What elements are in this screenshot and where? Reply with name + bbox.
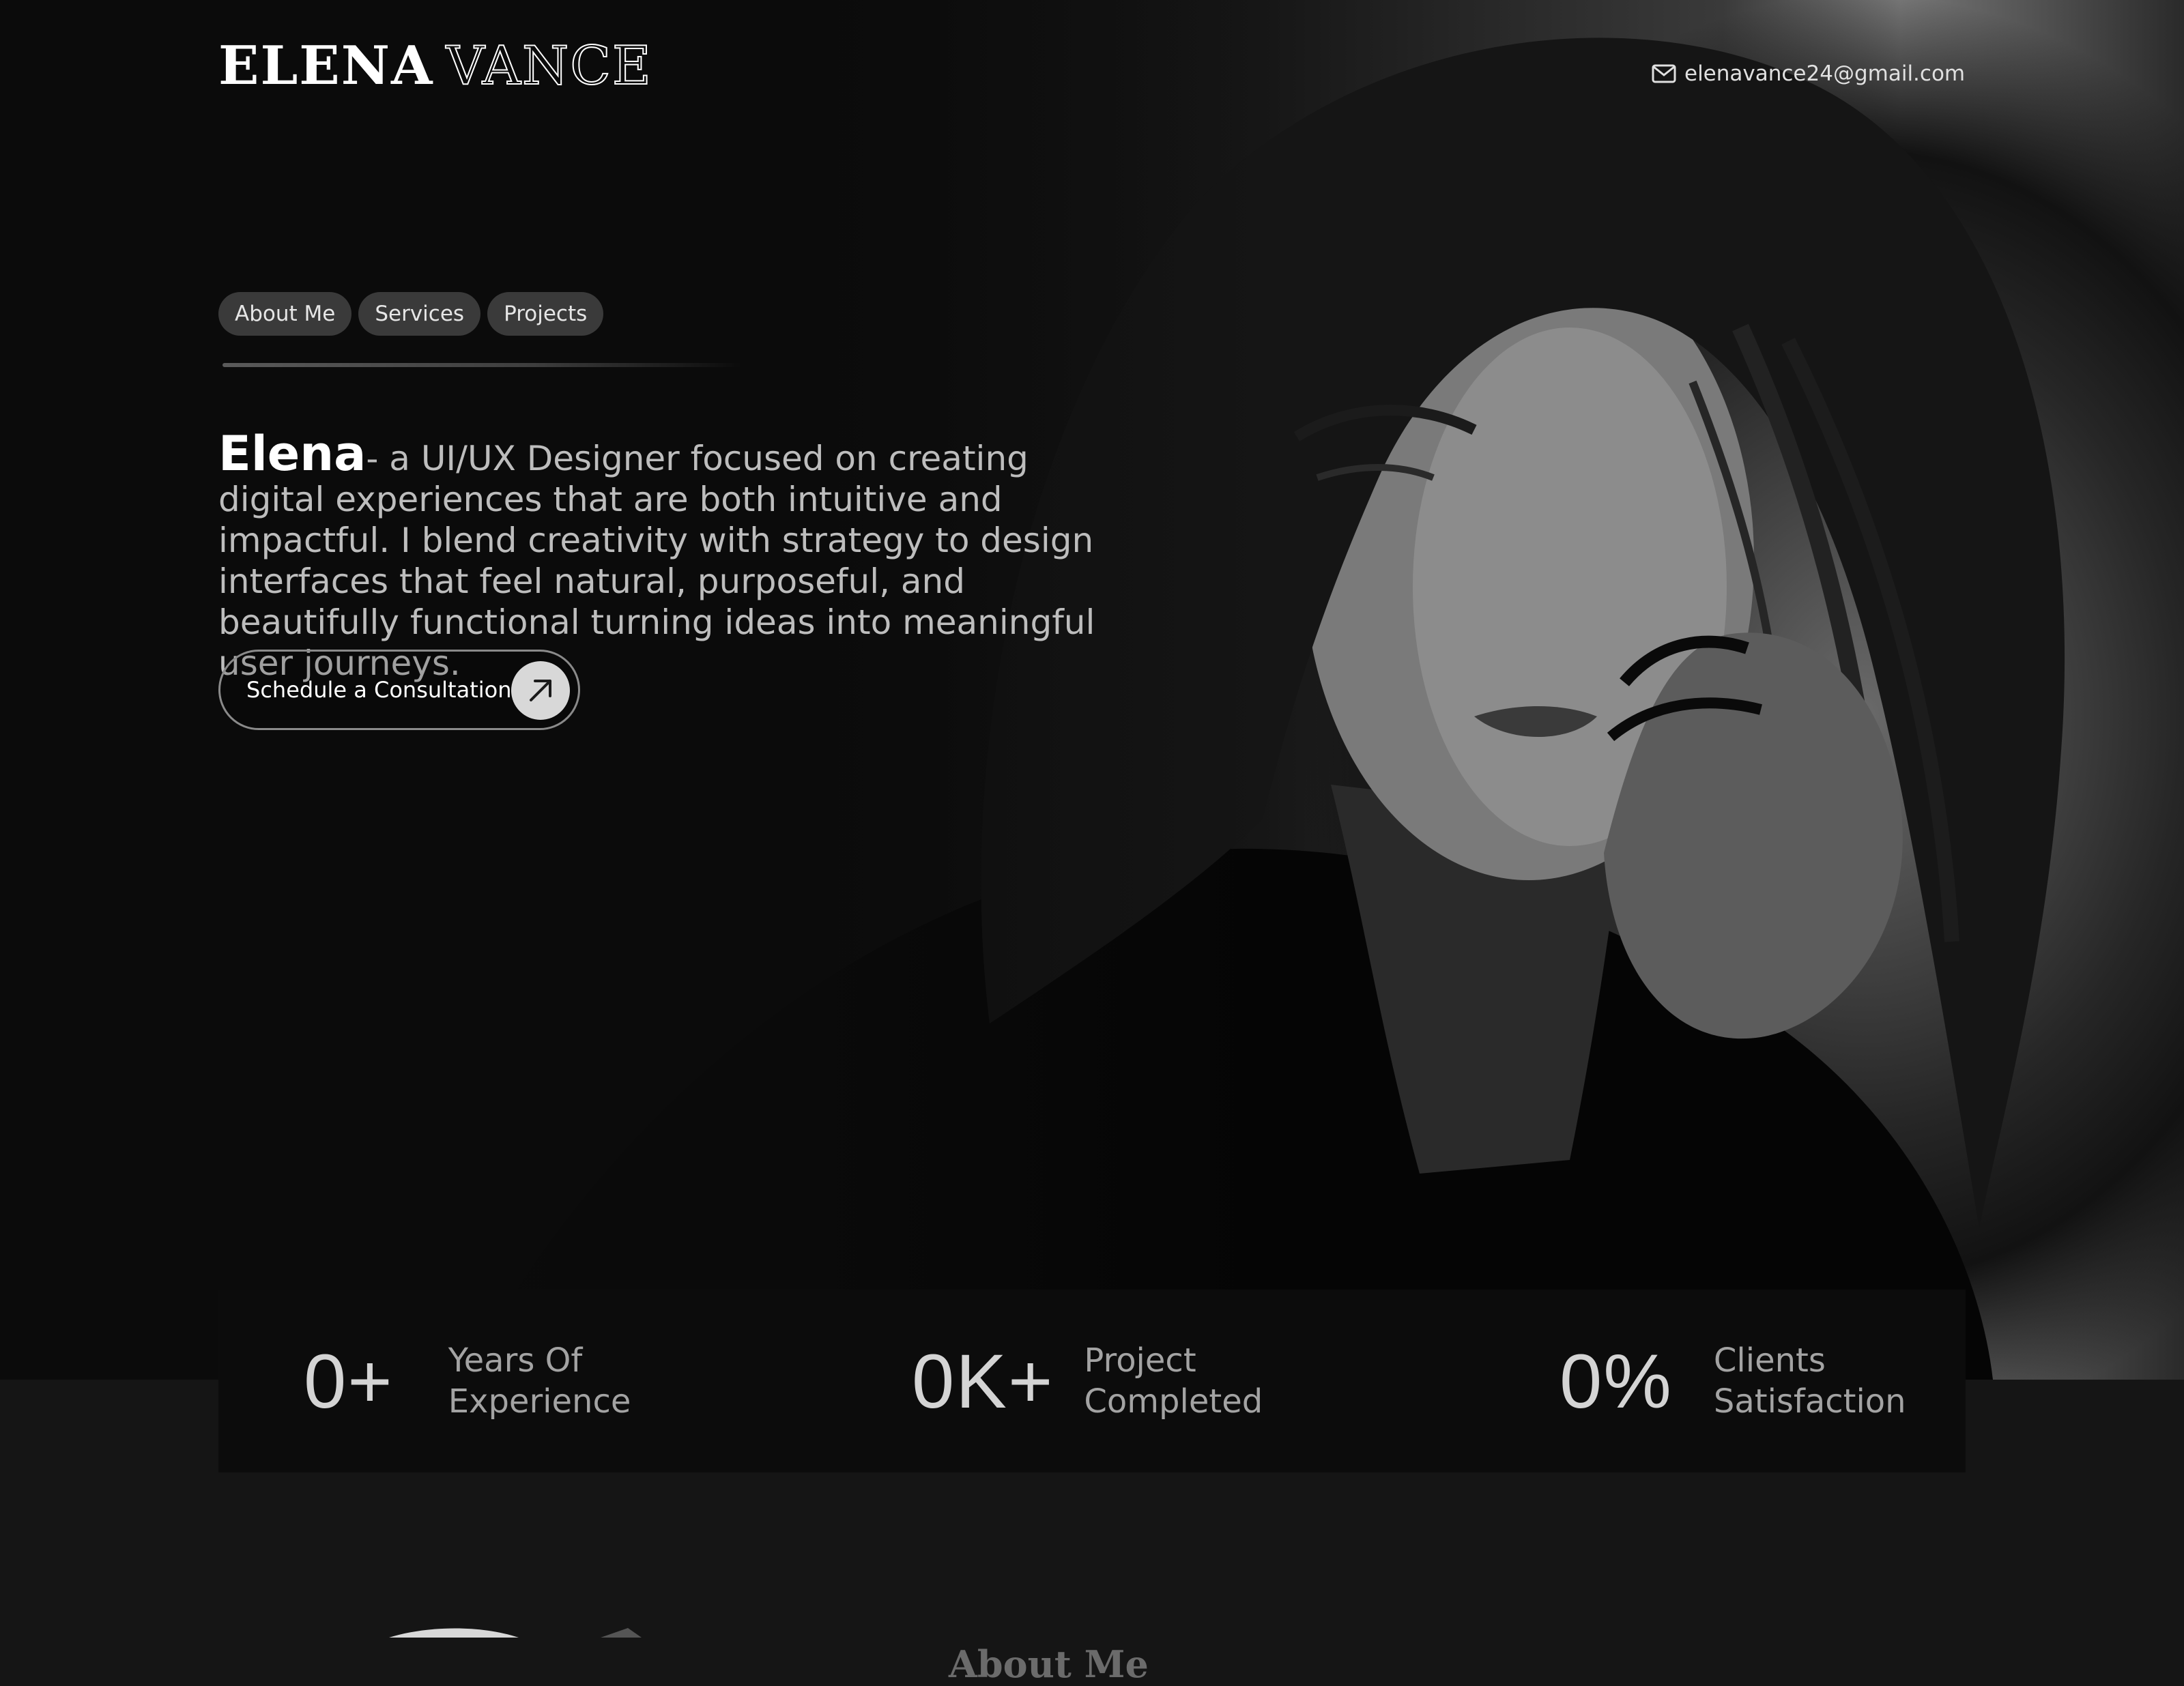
stat-projects: 0K+ Project Completed [912,1290,1289,1472]
stat-satisfaction: 0% Clients Satisfaction [1560,1290,1919,1472]
schedule-consultation-button[interactable]: Schedule a Consultation [218,650,580,730]
mail-icon [1652,64,1676,83]
about-illustration [382,1624,682,1638]
hero-section: ELENA VANCE elenavance24@gmail.com About … [0,0,2184,1380]
stat-value: 0K+ [912,1338,1054,1424]
stat-label: Project Completed [1084,1341,1263,1421]
about-heading: About Me [949,1642,1149,1686]
site-logo[interactable]: ELENA VANCE [218,39,652,93]
nav-item-services[interactable]: Services [358,292,481,336]
email-address: elenavance24@gmail.com [1684,61,1966,86]
nav-item-projects[interactable]: Projects [487,292,604,336]
cta-label: Schedule a Consultation [246,677,512,703]
stat-value: 0+ [304,1338,394,1424]
logo-first-name: ELENA [218,35,434,97]
stat-label: Years Of Experience [448,1341,631,1421]
arrow-up-right-icon [511,661,570,720]
email-link[interactable]: elenavance24@gmail.com [1652,61,1965,86]
nav-item-about-me[interactable]: About Me [218,292,352,336]
stat-label: Clients Satisfaction [1713,1341,1906,1421]
main-nav: About Me Services Projects [218,292,604,336]
hero-name: Elena [218,426,367,482]
logo-last-name: VANCE [446,35,652,97]
hero-portrait-photo [410,0,2184,1380]
stat-value: 0% [1560,1338,1673,1424]
nav-divider [222,363,741,367]
hero-intro: Elena- a UI/UX Designer focused on creat… [218,430,1119,684]
stat-experience: 0+ Years Of Experience [304,1290,653,1472]
stats-bar: 0+ Years Of Experience 0K+ Project Complet… [218,1290,1966,1472]
